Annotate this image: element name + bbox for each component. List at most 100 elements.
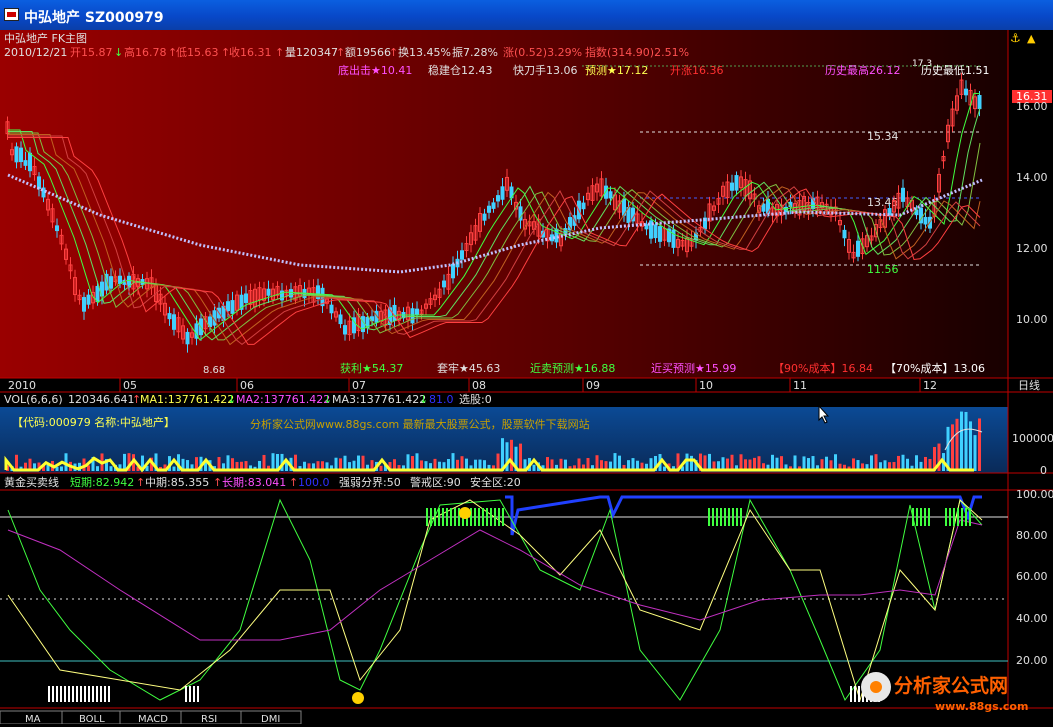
candle (289, 289, 293, 298)
period-daily[interactable]: 日线 (1018, 378, 1040, 392)
signal-bar (924, 508, 926, 526)
volume-bar (60, 466, 63, 471)
candle (451, 263, 455, 279)
volume-bar (519, 443, 522, 471)
vol-ma2: MA2:137761.422 (236, 393, 330, 406)
logo-name: 分析家公式网 (894, 674, 1008, 697)
candle (761, 203, 766, 212)
candle (109, 276, 113, 289)
label-steady-build: 稳建仓12.43 (428, 63, 493, 77)
candle (244, 293, 248, 303)
chart-area[interactable]: 中弘地产 FK主图 ⚓ ▲ 2010/12/21 开15.87 ↓ 高16.78… (0, 30, 1053, 725)
candle (230, 300, 235, 314)
volume-bar (415, 453, 419, 471)
signal-bar (48, 686, 50, 702)
signal-bar (446, 508, 448, 526)
volume-bar (96, 466, 99, 471)
quote-high: 高16.78 (124, 45, 167, 59)
candle (19, 147, 23, 163)
volume-bar (874, 454, 878, 471)
signal-bar (76, 686, 78, 702)
tab-ma[interactable]: MA (0, 710, 63, 725)
ind-warn: 警戒区:90 (410, 475, 461, 489)
vol-title: VOL(6,6,6) (4, 393, 63, 406)
signal-bar (454, 508, 456, 526)
candle (226, 301, 230, 312)
label-quick-knife: 快刀手13.06 (513, 63, 578, 77)
candle (964, 88, 968, 96)
signal-bar (486, 508, 488, 526)
signal-bar (708, 508, 710, 526)
candle (185, 331, 190, 345)
tab-macd[interactable]: MACD (119, 710, 182, 725)
candle (460, 250, 464, 260)
candle (730, 182, 734, 191)
ind-short: 短期:82.942 (70, 475, 134, 489)
volume-bar (172, 466, 176, 471)
volume-bar (955, 418, 959, 471)
label-high-mark: 17.3 (912, 59, 932, 69)
signal-bar (969, 508, 971, 526)
svg-text:120346.641: 120346.641 (68, 393, 134, 406)
date-label: 07 (352, 379, 366, 392)
quote-volume: 量120347 (285, 46, 338, 59)
candle (491, 202, 496, 209)
candle (500, 186, 505, 200)
candle (977, 95, 982, 110)
candle (338, 314, 343, 325)
quote-index: 指数(314.90)2.51% (585, 45, 689, 59)
indicator-tabs: MA BOLL MACD RSI DMI (0, 710, 302, 725)
svg-text:DMI: DMI (261, 714, 280, 724)
level-8-68: 8.68 (203, 365, 225, 376)
app-icon (4, 8, 19, 21)
stock-code-info: 【代码:000979 名称:中弘地产】 (12, 415, 175, 429)
svg-text:↑: ↑ (389, 46, 398, 59)
signal-bar (928, 508, 930, 526)
candle (392, 304, 397, 322)
signal-bar (920, 508, 922, 526)
price-panel-bg (0, 30, 1008, 378)
volume-bar (451, 453, 455, 471)
label-near-sell: 近卖预测★16.88 (530, 362, 615, 375)
scroll-up-icon[interactable]: ▲ (1027, 32, 1036, 45)
panel-title: 中弘地产 FK主图 (4, 31, 87, 45)
ind-mid: 中期:85.355 (145, 476, 209, 489)
tab-rsi[interactable]: RSI (180, 710, 242, 725)
signal-bar (945, 508, 947, 526)
candle (734, 175, 739, 191)
ad-banner-text[interactable]: 分析家公式网www.88gs.com 最新最大股票公式，股票软件下载网站 (250, 417, 590, 431)
window-title: 中弘地产 SZ000979 (24, 10, 164, 26)
label-cost-70: 【70%成本】13.06 (885, 361, 985, 375)
candle (653, 224, 658, 239)
date-label: 09 (586, 379, 600, 392)
candle (82, 297, 86, 312)
tab-dmi[interactable]: DMI (240, 710, 302, 725)
signal-bar (736, 508, 738, 526)
smiley-buy-icon (352, 692, 364, 704)
price-tick: 14.00 (1016, 171, 1048, 184)
logo-url: www.88gs.com (935, 700, 1028, 713)
quote-turnover: 换13.45% (398, 45, 451, 59)
anchor-icon[interactable]: ⚓ (1010, 31, 1021, 45)
signal-bar (64, 686, 66, 702)
quote-amplitude: 振7.28% (452, 45, 498, 59)
volume-bar (960, 411, 963, 471)
signal-bar (104, 686, 106, 702)
volume-bar (951, 424, 954, 471)
candle (14, 146, 19, 163)
volume-bar (964, 411, 968, 471)
signal-bar (185, 686, 187, 702)
volume-bar (271, 453, 275, 471)
signal-bar (450, 508, 452, 526)
candle (901, 187, 905, 202)
candle (487, 205, 491, 213)
signal-bar (68, 686, 70, 702)
candle (23, 160, 28, 166)
svg-text:↑: ↑ (213, 476, 222, 489)
svg-text:↑: ↑ (275, 46, 284, 59)
tab-boll[interactable]: BOLL (61, 710, 121, 725)
candle (86, 294, 91, 305)
svg-text:MA: MA (25, 714, 41, 724)
date-label: 10 (699, 379, 713, 392)
vol-select: 选股:0 (459, 393, 492, 406)
